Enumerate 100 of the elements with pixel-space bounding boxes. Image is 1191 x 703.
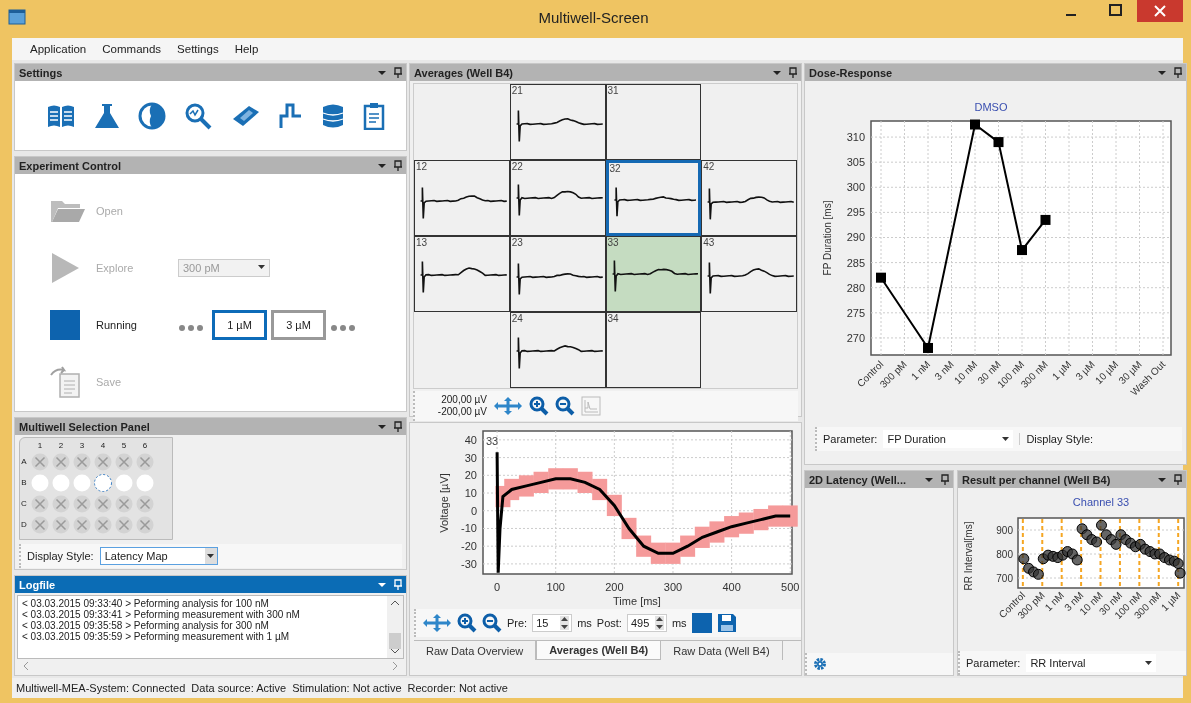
zoom-in-icon[interactable] — [457, 613, 477, 633]
error-bar — [577, 471, 593, 493]
flask-icon[interactable] — [94, 101, 121, 130]
save-clipboard-icon[interactable] — [50, 366, 82, 399]
vertical-scrollbar[interactable] — [387, 596, 403, 658]
close-icon[interactable] — [1137, 0, 1183, 22]
post-field[interactable]: 495 — [626, 614, 667, 632]
y-tick-label: 0 — [470, 504, 477, 517]
error-bar — [518, 475, 534, 497]
error-bar — [592, 478, 608, 501]
caret-icon — [1145, 660, 1153, 666]
log-entry: < 03.03.2015 09:35:58 > Peforming analysis for 300 nM — [22, 620, 269, 631]
scroll-down-icon[interactable] — [391, 649, 399, 654]
channel-number: 42 — [703, 161, 715, 172]
channel-cell[interactable]: 42 — [701, 160, 797, 236]
save-icon[interactable] — [716, 613, 737, 633]
dose-button[interactable]: 3 µM — [271, 310, 326, 341]
app-icon — [8, 9, 26, 25]
pin-icon[interactable] — [789, 67, 797, 78]
channel-cell[interactable]: 23 — [509, 236, 606, 312]
channel-cell[interactable]: 21 — [509, 84, 606, 160]
zoom-in-icon[interactable] — [529, 396, 549, 416]
y-tick-label: 305 — [846, 156, 865, 169]
error-bar — [709, 521, 725, 543]
parameter-dropdown[interactable]: RR Interval — [1026, 654, 1157, 672]
y-tick-label: 285 — [846, 256, 865, 269]
channel-cell[interactable]: 22 — [509, 160, 606, 236]
pin-icon[interactable] — [1174, 67, 1182, 78]
zoom-out-icon[interactable] — [555, 396, 575, 416]
data-point — [1040, 214, 1051, 225]
pie-chart-icon[interactable] — [138, 101, 167, 130]
axes-fit-icon[interactable] — [493, 396, 523, 416]
axes-fit-icon[interactable] — [422, 613, 452, 633]
x-tick-label: 1 nM — [908, 358, 933, 383]
y-tick-label: 280 — [846, 281, 865, 294]
data-point — [993, 137, 1004, 148]
parameter-label: Parameter: — [966, 657, 1021, 669]
scroll-up-icon[interactable] — [391, 600, 399, 605]
menu-item[interactable]: Help — [226, 43, 267, 55]
zoom-out-icon[interactable] — [482, 613, 502, 633]
x-tick-label: 1 µM — [1049, 358, 1074, 383]
menu-item[interactable]: Commands — [94, 43, 170, 55]
y-tick-label: 800 — [996, 549, 1013, 560]
menu-item[interactable]: Settings — [169, 43, 227, 55]
pulse-icon[interactable] — [278, 101, 303, 130]
action-label[interactable]: Running — [96, 319, 178, 332]
dropdown-caret-icon[interactable] — [378, 581, 386, 588]
pin-icon[interactable] — [394, 421, 402, 432]
channel-cell[interactable]: 13 — [414, 236, 510, 312]
row-label: A — [20, 457, 28, 466]
settings-icon[interactable] — [813, 657, 827, 671]
dropdown-caret-icon[interactable] — [1158, 476, 1166, 483]
display-style-dropdown[interactable]: Latency Map — [99, 547, 218, 565]
pin-icon[interactable] — [394, 160, 402, 171]
pin-icon[interactable] — [941, 474, 949, 485]
channel-number: 13 — [416, 237, 428, 248]
dropdown-caret-icon[interactable] — [773, 69, 781, 76]
parameter-label: Parameter: — [823, 433, 878, 445]
pin-icon[interactable] — [394, 67, 402, 78]
x-tick-label: 500 — [781, 581, 799, 593]
clipboard-icon[interactable] — [362, 101, 385, 130]
dropdown-caret-icon[interactable] — [378, 423, 386, 430]
spinner-arrows-icon[interactable] — [654, 616, 664, 630]
panel-title: 2D Latency (Well... — [809, 473, 906, 486]
channel-cell[interactable]: 32 — [605, 160, 702, 236]
channel-cell[interactable]: 34 — [605, 312, 702, 388]
dose-button[interactable]: 1 µM — [212, 310, 267, 341]
unit-label: ms — [671, 617, 687, 629]
scale-max: 200,00 µV — [441, 394, 487, 406]
channel-cell[interactable]: 33 — [605, 236, 702, 312]
error-bar — [504, 478, 520, 501]
pin-icon[interactable] — [1174, 474, 1182, 485]
dropdown-caret-icon[interactable] — [925, 476, 933, 483]
dropdown-caret-icon[interactable] — [378, 69, 386, 76]
stop-icon[interactable] — [691, 613, 712, 633]
dropdown-caret-icon[interactable] — [378, 162, 386, 169]
data-point — [876, 272, 886, 283]
pre-field[interactable]: 15 — [532, 614, 573, 632]
channel-cell[interactable]: 31 — [605, 84, 702, 160]
x-tick-label: 3 nM — [932, 358, 956, 383]
parameter-dropdown[interactable]: FP Duration — [883, 430, 1014, 448]
channel-cell[interactable]: 12 — [414, 160, 510, 236]
view-tab[interactable]: Averages (Well B4) — [536, 641, 662, 660]
stop-icon[interactable] — [50, 310, 80, 341]
panel-title: Multiwell Selection Panel — [19, 420, 150, 433]
x-tick-label: 300 — [663, 581, 683, 593]
status-item: Stimulation: Not active — [292, 682, 402, 694]
pre-label: Pre: — [507, 617, 528, 629]
magnifier-icon[interactable] — [184, 101, 213, 130]
channel-cell[interactable]: 24 — [509, 312, 606, 388]
error-bar — [636, 535, 652, 557]
y-tick-label: 310 — [846, 131, 865, 144]
well[interactable] — [94, 473, 112, 492]
caret-icon — [1002, 436, 1010, 442]
dropdown-caret-icon[interactable] — [1158, 69, 1166, 76]
caret-icon — [258, 265, 265, 271]
menu-item[interactable]: Application — [22, 43, 95, 55]
more-dots-icon — [330, 324, 356, 333]
channel-cell[interactable]: 43 — [701, 236, 797, 312]
spinner-arrows-icon[interactable] — [560, 616, 570, 630]
